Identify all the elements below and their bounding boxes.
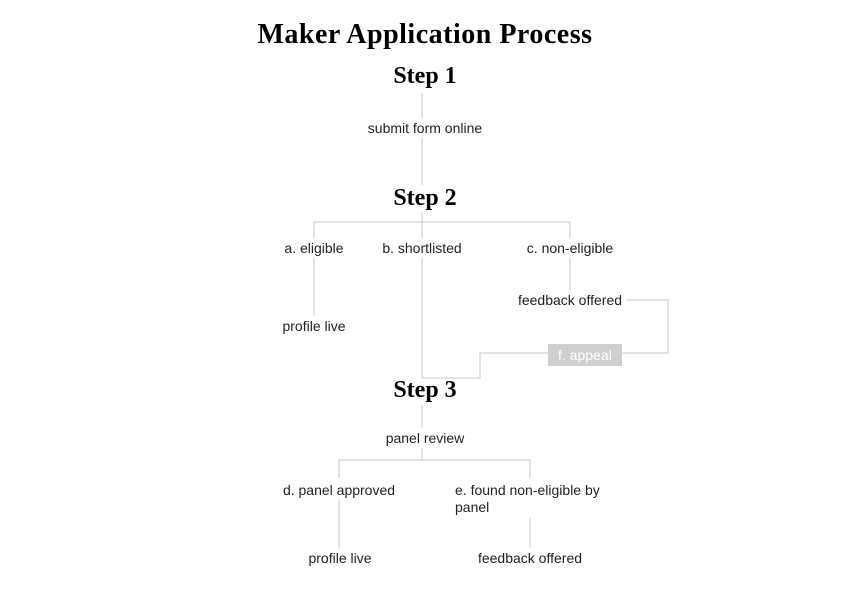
diagram-title: Maker Application Process xyxy=(0,18,850,52)
step-3-action: panel review xyxy=(0,430,850,447)
step-2-a: a. eligible xyxy=(264,240,364,257)
step-2-c: c. non-eligible xyxy=(510,240,630,257)
step-3-d: d. panel approved xyxy=(252,482,426,499)
step-3-e: e. found non-eligible by panel xyxy=(455,482,605,516)
step-3-e-result: feedback offered xyxy=(460,550,600,567)
step-2-heading: Step 2 xyxy=(0,184,850,213)
step-2-a-result: profile live xyxy=(264,318,364,335)
step-1-heading: Step 1 xyxy=(0,62,850,91)
step-2-b: b. shortlisted xyxy=(372,240,472,257)
step-3-heading: Step 3 xyxy=(0,376,850,405)
step-2-f-appeal: f. appeal xyxy=(548,344,622,366)
step-1-action: submit form online xyxy=(0,120,850,137)
step-2-c-result: feedback offered xyxy=(500,292,640,309)
step-3-d-result: profile live xyxy=(280,550,400,567)
